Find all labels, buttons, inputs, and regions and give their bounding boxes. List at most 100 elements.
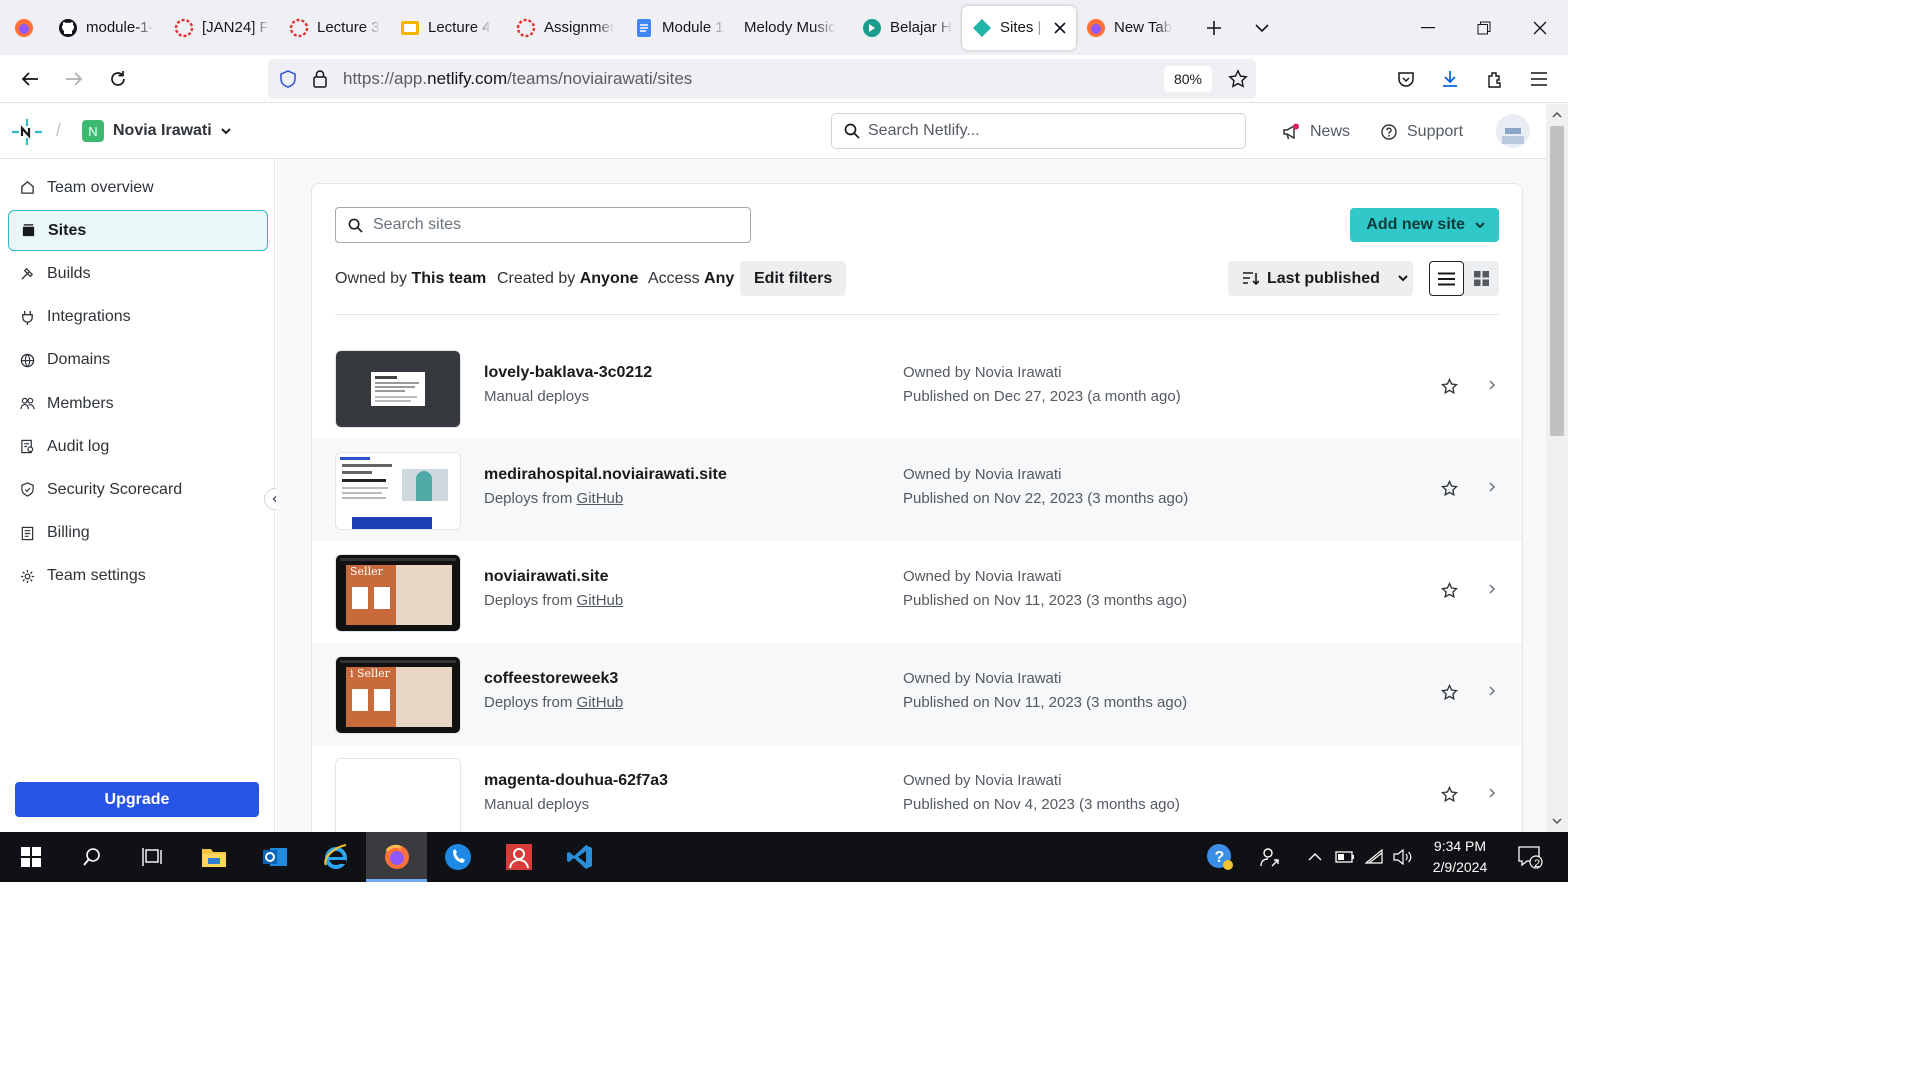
scroll-up-icon[interactable] [1546,106,1568,124]
favorite-star-icon[interactable] [1441,786,1458,803]
favorite-star-icon[interactable] [1441,480,1458,497]
chevron-right-icon[interactable] [1488,481,1496,493]
address-bar[interactable]: https://app.netlify.com/teams/noviairawa… [268,59,1256,99]
browser-tab[interactable]: Module 1 [624,6,734,50]
reload-icon[interactable] [96,59,140,99]
browser-tab[interactable]: Belajar HTI [852,6,962,50]
volume-icon[interactable] [1390,832,1416,882]
site-name[interactable]: coffeestoreweek3 [484,670,618,688]
browser-tab[interactable]: New Tab [1076,6,1190,50]
sidebar-item-sites[interactable]: Sites [8,210,268,252]
site-name[interactable]: medirahospital.noviairawati.site [484,466,727,484]
firefox-icon[interactable] [366,832,427,882]
sidebar-item-members[interactable]: Members [8,383,268,424]
browser-tab[interactable]: Lecture 3 [279,6,390,50]
sidebar-item-team-overview[interactable]: Team overview [8,167,268,208]
downloads-icon[interactable] [1428,59,1472,99]
bookmark-star-icon[interactable] [1228,69,1248,89]
lock-icon[interactable] [312,69,328,89]
github-link[interactable]: GitHub [577,592,624,609]
site-name[interactable]: magenta-douhua-62f7a3 [484,772,668,790]
outlook-icon[interactable] [244,832,305,882]
site-name[interactable]: noviairawati.site [484,568,609,586]
site-row[interactable]: medirahospital.noviairawati.site Deploys … [312,439,1522,541]
team-switcher[interactable]: N Novia Irawati [82,120,231,142]
restore-icon[interactable] [1456,0,1512,55]
github-link[interactable]: GitHub [577,694,624,711]
support-button[interactable]: Support [1381,104,1463,159]
site-row[interactable]: i Seller coffeestoreweek3 Deploys from Git… [312,643,1522,745]
sidebar-item-domains[interactable]: Domains [8,340,268,381]
sidebar-item-billing[interactable]: Billing [8,513,268,554]
scroll-down-icon[interactable] [1546,812,1568,830]
sidebar-item-team-settings[interactable]: Team settings [8,556,268,597]
file-explorer-icon[interactable] [183,832,244,882]
site-thumbnail[interactable]: i Seller [335,656,461,734]
list-all-tabs-icon[interactable] [1238,6,1286,50]
people-icon[interactable] [1252,832,1288,882]
site-search-input[interactable]: Search sites [335,207,751,243]
wifi-icon[interactable] [1362,832,1388,882]
app-menu-icon[interactable] [1517,59,1561,99]
chevron-right-icon[interactable] [1488,685,1496,697]
search-icon[interactable] [61,832,122,882]
upgrade-button[interactable]: Upgrade [15,782,259,817]
back-icon[interactable] [8,59,52,99]
minimize-icon[interactable] [1400,0,1456,55]
github-link[interactable]: GitHub [577,490,624,507]
task-view-icon[interactable] [122,832,183,882]
battery-icon[interactable] [1332,832,1358,882]
show-hidden-icons-icon[interactable] [1302,832,1328,882]
owned-by-filter[interactable]: Owned by This team [335,270,486,288]
sort-dropdown[interactable]: Last published [1228,261,1413,296]
sidebar-item-audit-log[interactable]: Audit log [8,426,268,467]
list-view-button[interactable] [1429,261,1464,296]
scroll-thumb[interactable] [1550,126,1564,436]
browser-tab[interactable]: module-1- [48,6,164,50]
add-new-site-button[interactable]: Add new site [1350,208,1499,242]
tracking-protection-shield-icon[interactable] [278,69,298,89]
site-row[interactable]: magenta-douhua-62f7a3 Manual deploys Owned… [312,745,1522,832]
action-center-icon[interactable]: 2 [1510,832,1550,882]
site-row[interactable]: Seller noviairawati.site Deploys from GitH… [312,541,1522,643]
phone-icon[interactable] [427,832,488,882]
extensions-icon[interactable] [1473,59,1517,99]
favorite-star-icon[interactable] [1441,378,1458,395]
site-name[interactable]: lovely-baklava-3c0212 [484,364,652,382]
site-thumbnail[interactable]: Seller [335,554,461,632]
browser-tab[interactable]: Assignmen [506,6,624,50]
browser-tab[interactable]: [JAN24] Fu [164,6,279,50]
page-scrollbar[interactable] [1546,104,1568,832]
internet-explorer-icon[interactable] [305,832,366,882]
created-by-filter[interactable]: Created by Anyone [497,270,638,288]
user-avatar[interactable] [1496,114,1530,148]
system-clock[interactable]: 9:34 PM 2/9/2024 [1418,836,1502,878]
site-thumbnail[interactable] [335,452,461,530]
new-tab-button[interactable] [1190,6,1238,50]
grid-view-button[interactable] [1464,261,1499,296]
access-filter[interactable]: Access Any [648,270,734,288]
site-thumbnail[interactable] [335,758,461,832]
news-button[interactable]: News [1282,104,1350,159]
zoom-level-button[interactable]: 80% [1163,66,1212,92]
vscode-icon[interactable] [549,832,610,882]
help-tray-icon[interactable]: ? [1200,832,1240,882]
chevron-right-icon[interactable] [1488,787,1496,799]
firefox-view-icon[interactable] [0,0,48,55]
support-app-icon[interactable] [488,832,549,882]
start-icon[interactable] [0,832,61,882]
chevron-right-icon[interactable] [1488,379,1496,391]
site-row[interactable]: lovely-baklava-3c0212 Manual deploys Owned… [312,337,1522,439]
global-search-input[interactable]: Search Netlify... [831,113,1246,149]
close-window-icon[interactable] [1512,0,1568,55]
favorite-star-icon[interactable] [1441,582,1458,599]
chevron-right-icon[interactable] [1488,583,1496,595]
favorite-star-icon[interactable] [1441,684,1458,701]
browser-tab[interactable]: Lecture 4 [390,6,506,50]
sidebar-item-integrations[interactable]: Integrations [8,297,268,338]
forward-icon[interactable] [52,59,96,99]
browser-tab[interactable]: Melody Music [734,6,852,50]
url-text[interactable]: https://app.netlify.com/teams/noviairawa… [343,69,692,89]
site-thumbnail[interactable] [335,350,461,428]
browser-tab[interactable]: Sites | n [962,5,1076,50]
